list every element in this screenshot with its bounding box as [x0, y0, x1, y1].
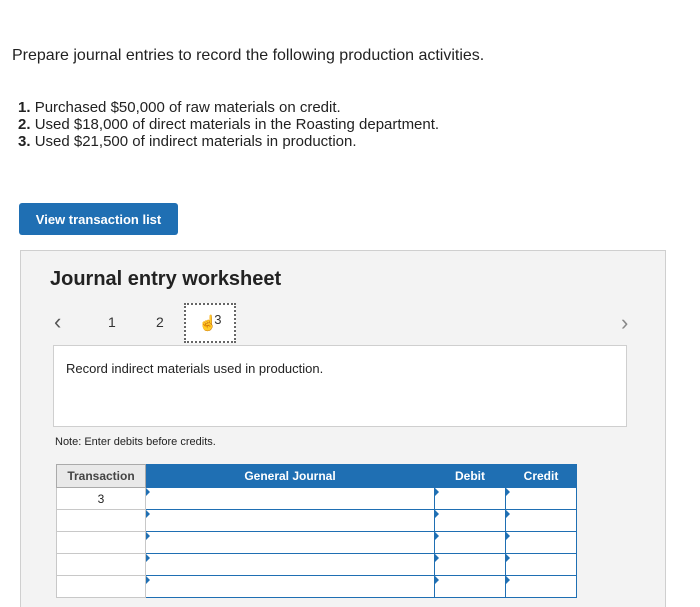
general-journal-input[interactable]: [145, 531, 435, 554]
view-transaction-list-button[interactable]: View transaction list: [19, 203, 178, 235]
page-3-current[interactable]: ☝ 3: [184, 303, 236, 343]
credit-input[interactable]: [505, 487, 577, 510]
activity-list: 1. Purchased $50,000 of raw materials on…: [18, 99, 439, 150]
instructions-text: Prepare journal entries to record the fo…: [12, 47, 485, 64]
debit-input[interactable]: [434, 553, 506, 576]
credit-input[interactable]: [505, 553, 577, 576]
activity-item: 2. Used $18,000 of direct materials in t…: [18, 116, 440, 133]
table-row: [56, 531, 577, 554]
general-journal-input[interactable]: [145, 575, 435, 598]
chevron-left-icon[interactable]: ‹: [54, 309, 61, 335]
worksheet-pagination: ‹ 1 2 ☝ 3 ›: [21, 303, 667, 343]
activity-item: 1. Purchased $50,000 of raw materials on…: [18, 99, 341, 116]
transaction-cell: [56, 575, 146, 598]
debit-input[interactable]: [434, 487, 506, 510]
entry-description: Record indirect materials used in produc…: [66, 361, 324, 376]
credit-input[interactable]: [505, 575, 577, 598]
table-row: [56, 509, 577, 532]
transaction-header: Transaction: [56, 464, 146, 488]
transaction-cell: 3: [56, 487, 146, 510]
table-row: 3: [56, 487, 577, 510]
transaction-cell: [56, 509, 146, 532]
debit-input[interactable]: [434, 509, 506, 532]
general-journal-input[interactable]: [145, 487, 435, 510]
credit-header: Credit: [505, 464, 577, 488]
activity-item: 3. Used $21,500 of indirect materials in…: [18, 133, 357, 150]
chevron-right-icon[interactable]: ›: [621, 310, 628, 336]
entry-description-box: Record indirect materials used in produc…: [53, 345, 627, 427]
journal-entry-worksheet: Journal entry worksheet ‹ 1 2 ☝ 3 › Reco…: [20, 250, 666, 607]
credit-input[interactable]: [505, 531, 577, 554]
worksheet-title: Journal entry worksheet: [50, 268, 282, 290]
page-1-link[interactable]: 1: [108, 314, 116, 330]
table-row: [56, 575, 577, 598]
journal-table: Transaction General Journal Debit Credit…: [56, 464, 577, 598]
credit-input[interactable]: [505, 509, 577, 532]
general-journal-input[interactable]: [145, 553, 435, 576]
general-journal-input[interactable]: [145, 509, 435, 532]
debit-header: Debit: [434, 464, 506, 488]
transaction-cell: [56, 531, 146, 554]
page-2-link[interactable]: 2: [156, 314, 164, 330]
transaction-cell: [56, 553, 146, 576]
debit-input[interactable]: [434, 575, 506, 598]
entry-note: Note: Enter debits before credits.: [55, 436, 216, 448]
table-row: [56, 553, 577, 576]
general-journal-header: General Journal: [145, 464, 435, 488]
debit-input[interactable]: [434, 531, 506, 554]
